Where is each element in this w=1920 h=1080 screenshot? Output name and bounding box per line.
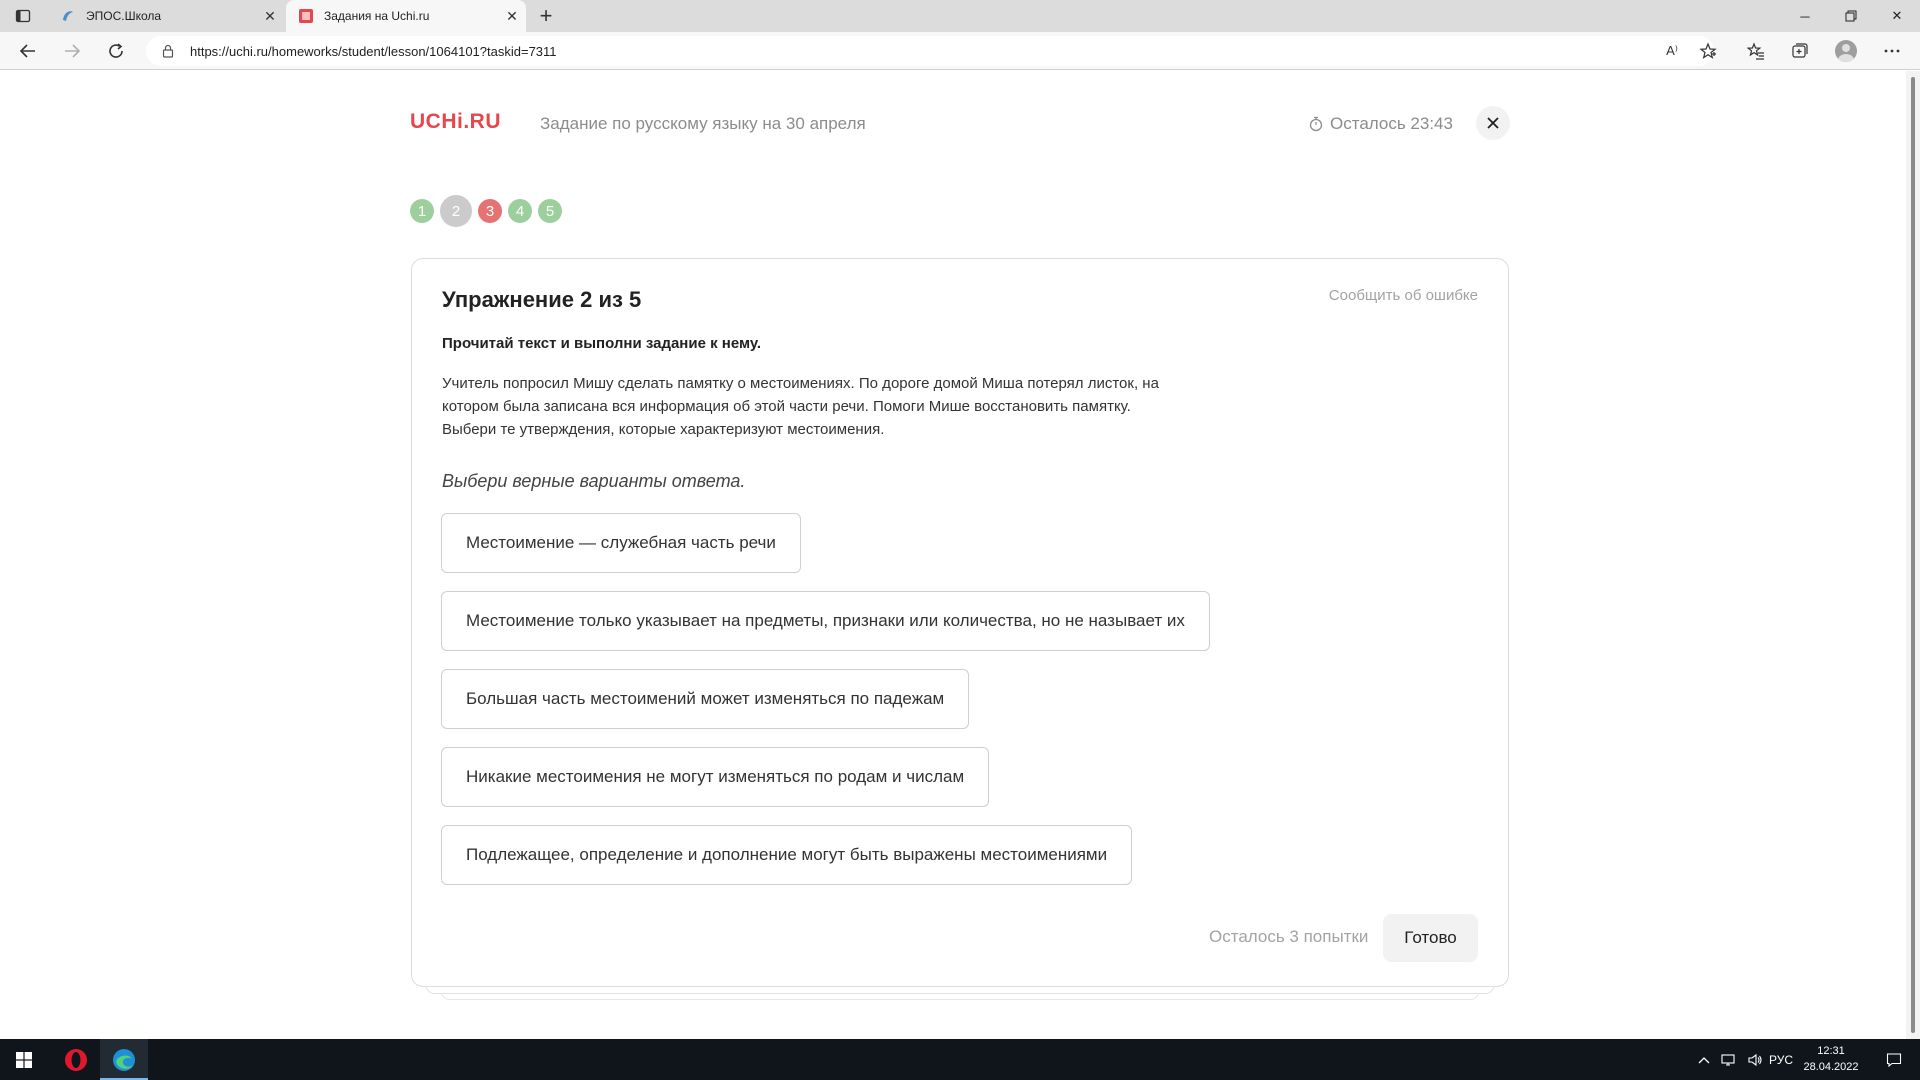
windows-start-icon[interactable]: [0, 1039, 48, 1080]
scrollbar-thumb[interactable]: [1911, 77, 1915, 1033]
close-task-button[interactable]: [1476, 106, 1510, 140]
uchi-logo[interactable]: UCHi.RU: [410, 110, 501, 134]
exercise-text-line: котором была записана вся информация об …: [442, 398, 1131, 415]
exercise-card: Упражнение 2 из 5 Сообщить об ошибке Про…: [411, 258, 1509, 987]
step-1[interactable]: 1: [410, 199, 434, 223]
clock-time: 12:31: [1817, 1045, 1845, 1057]
exercise-text-line: Учитель попросил Мишу сделать памятку о …: [442, 375, 1159, 392]
input-language[interactable]: РУС: [1768, 1039, 1794, 1080]
browser-tab-uchi[interactable]: Задания на Uchi.ru ✕: [286, 0, 526, 32]
edge-browser-icon[interactable]: [100, 1039, 148, 1080]
minimize-icon[interactable]: ─: [1782, 0, 1828, 32]
tab-close-icon[interactable]: ✕: [256, 2, 284, 30]
attempts-remaining: Осталось 3 попытки: [1209, 927, 1369, 946]
step-3[interactable]: 3: [478, 199, 502, 223]
answer-option[interactable]: Местоимение только указывает на предметы…: [441, 591, 1210, 651]
tab-title: ЭПОС.Школа: [86, 9, 162, 23]
window-close-icon[interactable]: ✕: [1874, 0, 1920, 32]
add-favorite-icon[interactable]: [1694, 37, 1722, 65]
browser-tab-bar: ЭПОС.Школа ✕ Задания на Uchi.ru ✕ + ─ ✕: [0, 0, 1920, 32]
assignment-title: Задание по русскому языку на 30 апреля: [540, 114, 866, 133]
tab-title: Задания на Uchi.ru: [324, 9, 430, 23]
timer-text: Осталось 23:43: [1330, 114, 1453, 133]
collections-icon[interactable]: [1786, 37, 1814, 65]
answer-option[interactable]: Подлежащее, определение и дополнение мог…: [441, 825, 1133, 885]
uchi-favicon-icon: [298, 8, 314, 24]
exercise-title: Упражнение 2 из 5: [442, 287, 642, 312]
settings-more-icon[interactable]: [1878, 37, 1906, 65]
epos-favicon-icon: [60, 8, 76, 24]
network-icon[interactable]: [1718, 1039, 1740, 1080]
step-4[interactable]: 4: [508, 199, 532, 223]
tab-actions-icon[interactable]: [14, 7, 32, 25]
answer-option[interactable]: Местоимение — служебная часть речи: [441, 513, 801, 573]
lock-icon[interactable]: [160, 43, 176, 59]
exercise-text-line: Выбери те утверждения, которые характери…: [442, 421, 885, 438]
new-tab-icon[interactable]: +: [532, 2, 560, 30]
stopwatch-icon: [1308, 116, 1324, 132]
exercise-progress: 1 2 3 4 5: [410, 195, 568, 227]
url-text: https://uchi.ru/homeworks/student/lesson…: [190, 43, 557, 59]
submit-button[interactable]: Готово: [1383, 914, 1478, 962]
profile-avatar[interactable]: [1832, 37, 1860, 65]
time-remaining: Осталось 23:43: [1308, 114, 1453, 134]
favorites-icon[interactable]: [1742, 37, 1770, 65]
back-icon[interactable]: [14, 37, 42, 65]
report-error-link[interactable]: Сообщить об ошибке: [1329, 287, 1478, 304]
step-5[interactable]: 5: [538, 199, 562, 223]
exercise-instruction: Прочитай текст и выполни задание к нему.: [442, 335, 762, 352]
tab-close-icon[interactable]: ✕: [498, 2, 526, 30]
read-aloud-icon[interactable]: A⁾: [1658, 37, 1686, 65]
close-icon: [1487, 117, 1499, 129]
clock-date: 28.04.2022: [1803, 1061, 1859, 1073]
answer-option[interactable]: Никакие местоимения не могут изменяться …: [441, 747, 990, 807]
notifications-icon[interactable]: [1872, 1039, 1916, 1080]
exercise-text: Учитель попросил Мишу сделать памятку о …: [442, 372, 1202, 441]
answer-option[interactable]: Большая часть местоимений может изменять…: [441, 669, 970, 729]
forward-icon[interactable]: [58, 37, 86, 65]
windows-taskbar: РУС 12:31 28.04.2022: [0, 1039, 1920, 1080]
address-bar[interactable]: https://uchi.ru/homeworks/student/lesson…: [146, 36, 1714, 66]
show-hidden-icons-icon[interactable]: [1694, 1039, 1714, 1080]
answer-options: Местоимение — служебная часть речи Место…: [441, 513, 1210, 903]
system-clock[interactable]: 12:31 28.04.2022: [1794, 1043, 1868, 1075]
volume-icon[interactable]: [1744, 1039, 1766, 1080]
answer-hint: Выбери верные варианты ответа.: [442, 471, 746, 491]
restore-icon[interactable]: [1828, 0, 1874, 32]
browser-toolbar: https://uchi.ru/homeworks/student/lesson…: [0, 32, 1920, 70]
step-2[interactable]: 2: [440, 195, 472, 227]
page-scrollbar[interactable]: [1906, 71, 1920, 1039]
opera-browser-icon[interactable]: [52, 1039, 100, 1080]
browser-tab-epos[interactable]: ЭПОС.Школа ✕: [48, 0, 284, 32]
refresh-icon[interactable]: [102, 37, 130, 65]
